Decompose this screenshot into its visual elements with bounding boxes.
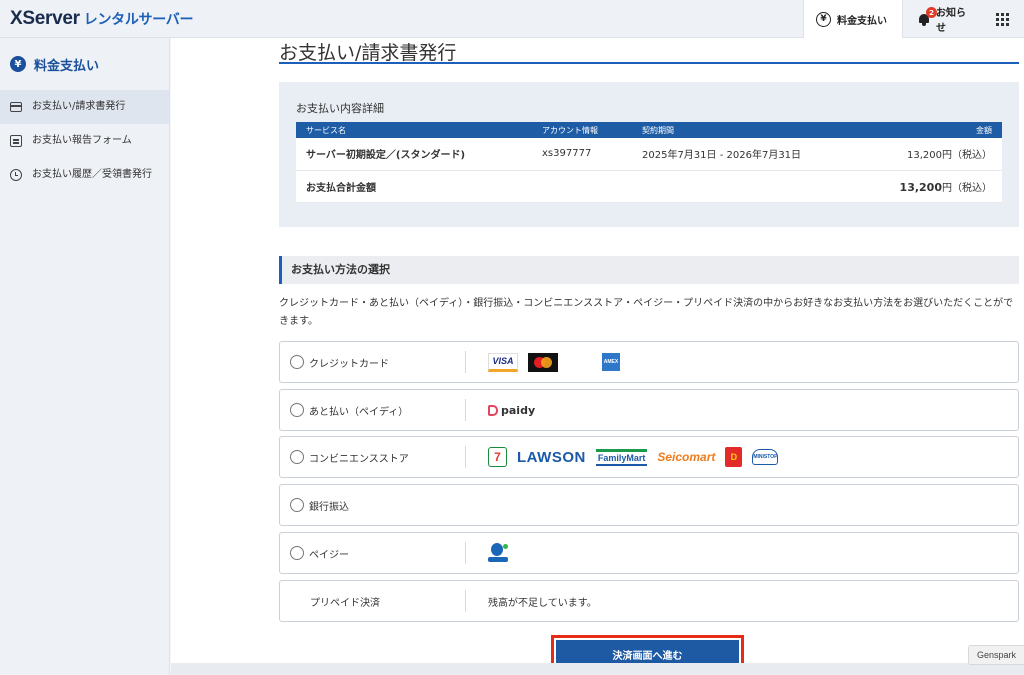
payment-option-label: コンビニエンスストア (309, 453, 409, 465)
payment-option-prepaid: プリペイド決済 残高が不足しています。 (279, 580, 1019, 622)
total-amount-cell: 13,200円（税込） (842, 170, 1002, 203)
payment-option-label: プリペイド決済 (310, 597, 380, 609)
ministop-logo: MINISTOP (752, 449, 779, 465)
sidebar-item-label: お支払い/請求書発行 (32, 101, 126, 112)
app-menu-button[interactable] (990, 0, 1024, 38)
form-icon (10, 135, 22, 147)
sidebar-item-payment-history[interactable]: お支払い履歴／受領書発行 (0, 158, 169, 192)
yen-icon: ¥ (816, 11, 831, 27)
bell-icon: 2 (917, 7, 937, 26)
column-header: アカウント情報 (532, 122, 632, 138)
total-amount: 13,200 (899, 180, 942, 194)
payment-detail-box: お支払い内容詳細 サービス名 アカウント情報 契約期間 金額 サーバー初期設定／… (279, 82, 1019, 227)
bottom-scroll-area (171, 663, 1024, 675)
credit-card-icon (10, 102, 22, 112)
xserver-logo[interactable]: XServer レンタルサーバー (10, 8, 194, 30)
sidebar: ¥ 料金支払い お支払い/請求書発行 お支払い報告フォーム お支払い履歴／受領書… (0, 38, 170, 675)
table-row: サーバー初期設定／(スタンダード) xs397777 2025年7月31日 - … (296, 138, 1002, 171)
sidebar-item-payment-invoice[interactable]: お支払い/請求書発行 (0, 90, 169, 124)
visa-logo: VISA (488, 352, 518, 372)
payment-option-label: ペイジー (309, 549, 349, 561)
mastercard-logo (528, 352, 558, 372)
column-header: サービス名 (296, 122, 532, 138)
payeasy-logo (488, 542, 508, 564)
payment-option-label: あと払い（ペイディ） (309, 406, 409, 418)
payment-detail-table: サービス名 アカウント情報 契約期間 金額 サーバー初期設定／(スタンダード) … (296, 122, 1002, 203)
amount-cell: 13,200円（税込） (842, 138, 1002, 171)
page-title: お支払い/請求書発行 (279, 42, 457, 64)
card-logos: VISA AMEX (488, 352, 620, 372)
clock-icon (10, 169, 22, 181)
radio-button[interactable] (290, 403, 304, 417)
familymart-logo: FamilyMart (595, 448, 648, 466)
seven-eleven-logo: 7 (488, 447, 507, 467)
title-underline (279, 62, 1019, 64)
table-header-row: サービス名 アカウント情報 契約期間 金額 (296, 122, 1002, 138)
header-news-label: お知らせ (936, 8, 967, 34)
sidebar-title: ¥ 料金支払い (0, 38, 169, 90)
main-content: お支払い/請求書発行 お支払い内容詳細 サービス名 アカウント情報 契約期間 金… (171, 38, 1024, 675)
period-cell: 2025年7月31日 - 2026年7月31日 (632, 138, 842, 171)
payment-option-convenience-store[interactable]: コンビニエンスストア 7 LAWSON FamilyMart Seicomart… (279, 436, 1019, 478)
payment-option-payeasy[interactable]: ペイジー (279, 532, 1019, 574)
grid-icon (996, 12, 1009, 26)
jcb-logo (568, 353, 592, 372)
column-header: 金額 (842, 122, 1002, 138)
radio-button[interactable] (290, 450, 304, 464)
radio-button[interactable] (290, 498, 304, 512)
amex-logo: AMEX (602, 353, 620, 371)
sidebar-item-label: お支払い報告フォーム (32, 135, 132, 146)
payment-option-bank-transfer[interactable]: 銀行振込 (279, 484, 1019, 526)
sidebar-item-label: お支払い履歴／受領書発行 (32, 169, 152, 180)
lawson-logo: LAWSON (517, 448, 586, 466)
daily-yamazaki-logo: D (725, 447, 743, 467)
payment-method-heading: お支払い方法の選択 (279, 256, 1019, 284)
paidy-logo: paidy (488, 404, 535, 417)
header-payment-button[interactable]: ¥ 料金支払い (803, 0, 903, 38)
header-payment-label: 料金支払い (837, 15, 887, 27)
payment-option-paidy[interactable]: あと払い（ペイディ） paidy (279, 389, 1019, 431)
column-header: 契約期間 (632, 122, 842, 138)
seicomart-logo: Seicomart (657, 450, 716, 464)
total-row: お支払合計金額 13,200円（税込） (296, 170, 1002, 203)
radio-button[interactable] (290, 355, 304, 369)
payment-option-credit-card[interactable]: クレジットカード VISA AMEX (279, 341, 1019, 383)
service-name-cell: サーバー初期設定／(スタンダード) (296, 138, 532, 171)
payment-detail-heading: お支払い内容詳細 (296, 102, 384, 115)
genspark-extension-tab[interactable]: Genspark (968, 645, 1024, 665)
header-news-button[interactable]: 2 お知らせ (905, 0, 985, 38)
payment-option-label: クレジットカード (309, 358, 389, 370)
insufficient-balance-note: 残高が不足しています。 (488, 597, 597, 609)
yen-coin-icon: ¥ (10, 56, 26, 72)
total-label: お支払合計金額 (296, 170, 842, 203)
sidebar-item-payment-report[interactable]: お支払い報告フォーム (0, 124, 169, 158)
account-cell: xs397777 (532, 138, 632, 171)
radio-button[interactable] (290, 546, 304, 560)
total-suffix: 円（税込） (942, 182, 992, 194)
notification-badge: 2 (926, 7, 937, 18)
payment-method-description: クレジットカード・あと払い（ペイディ）・銀行振込・コンビニエンスストア・ペイジー… (279, 298, 1014, 327)
top-header: XServer レンタルサーバー ¥ 料金支払い 2 お知らせ (0, 0, 1024, 38)
store-logos: 7 LAWSON FamilyMart Seicomart D MINISTOP (488, 447, 779, 467)
payment-option-label: 銀行振込 (309, 501, 349, 513)
